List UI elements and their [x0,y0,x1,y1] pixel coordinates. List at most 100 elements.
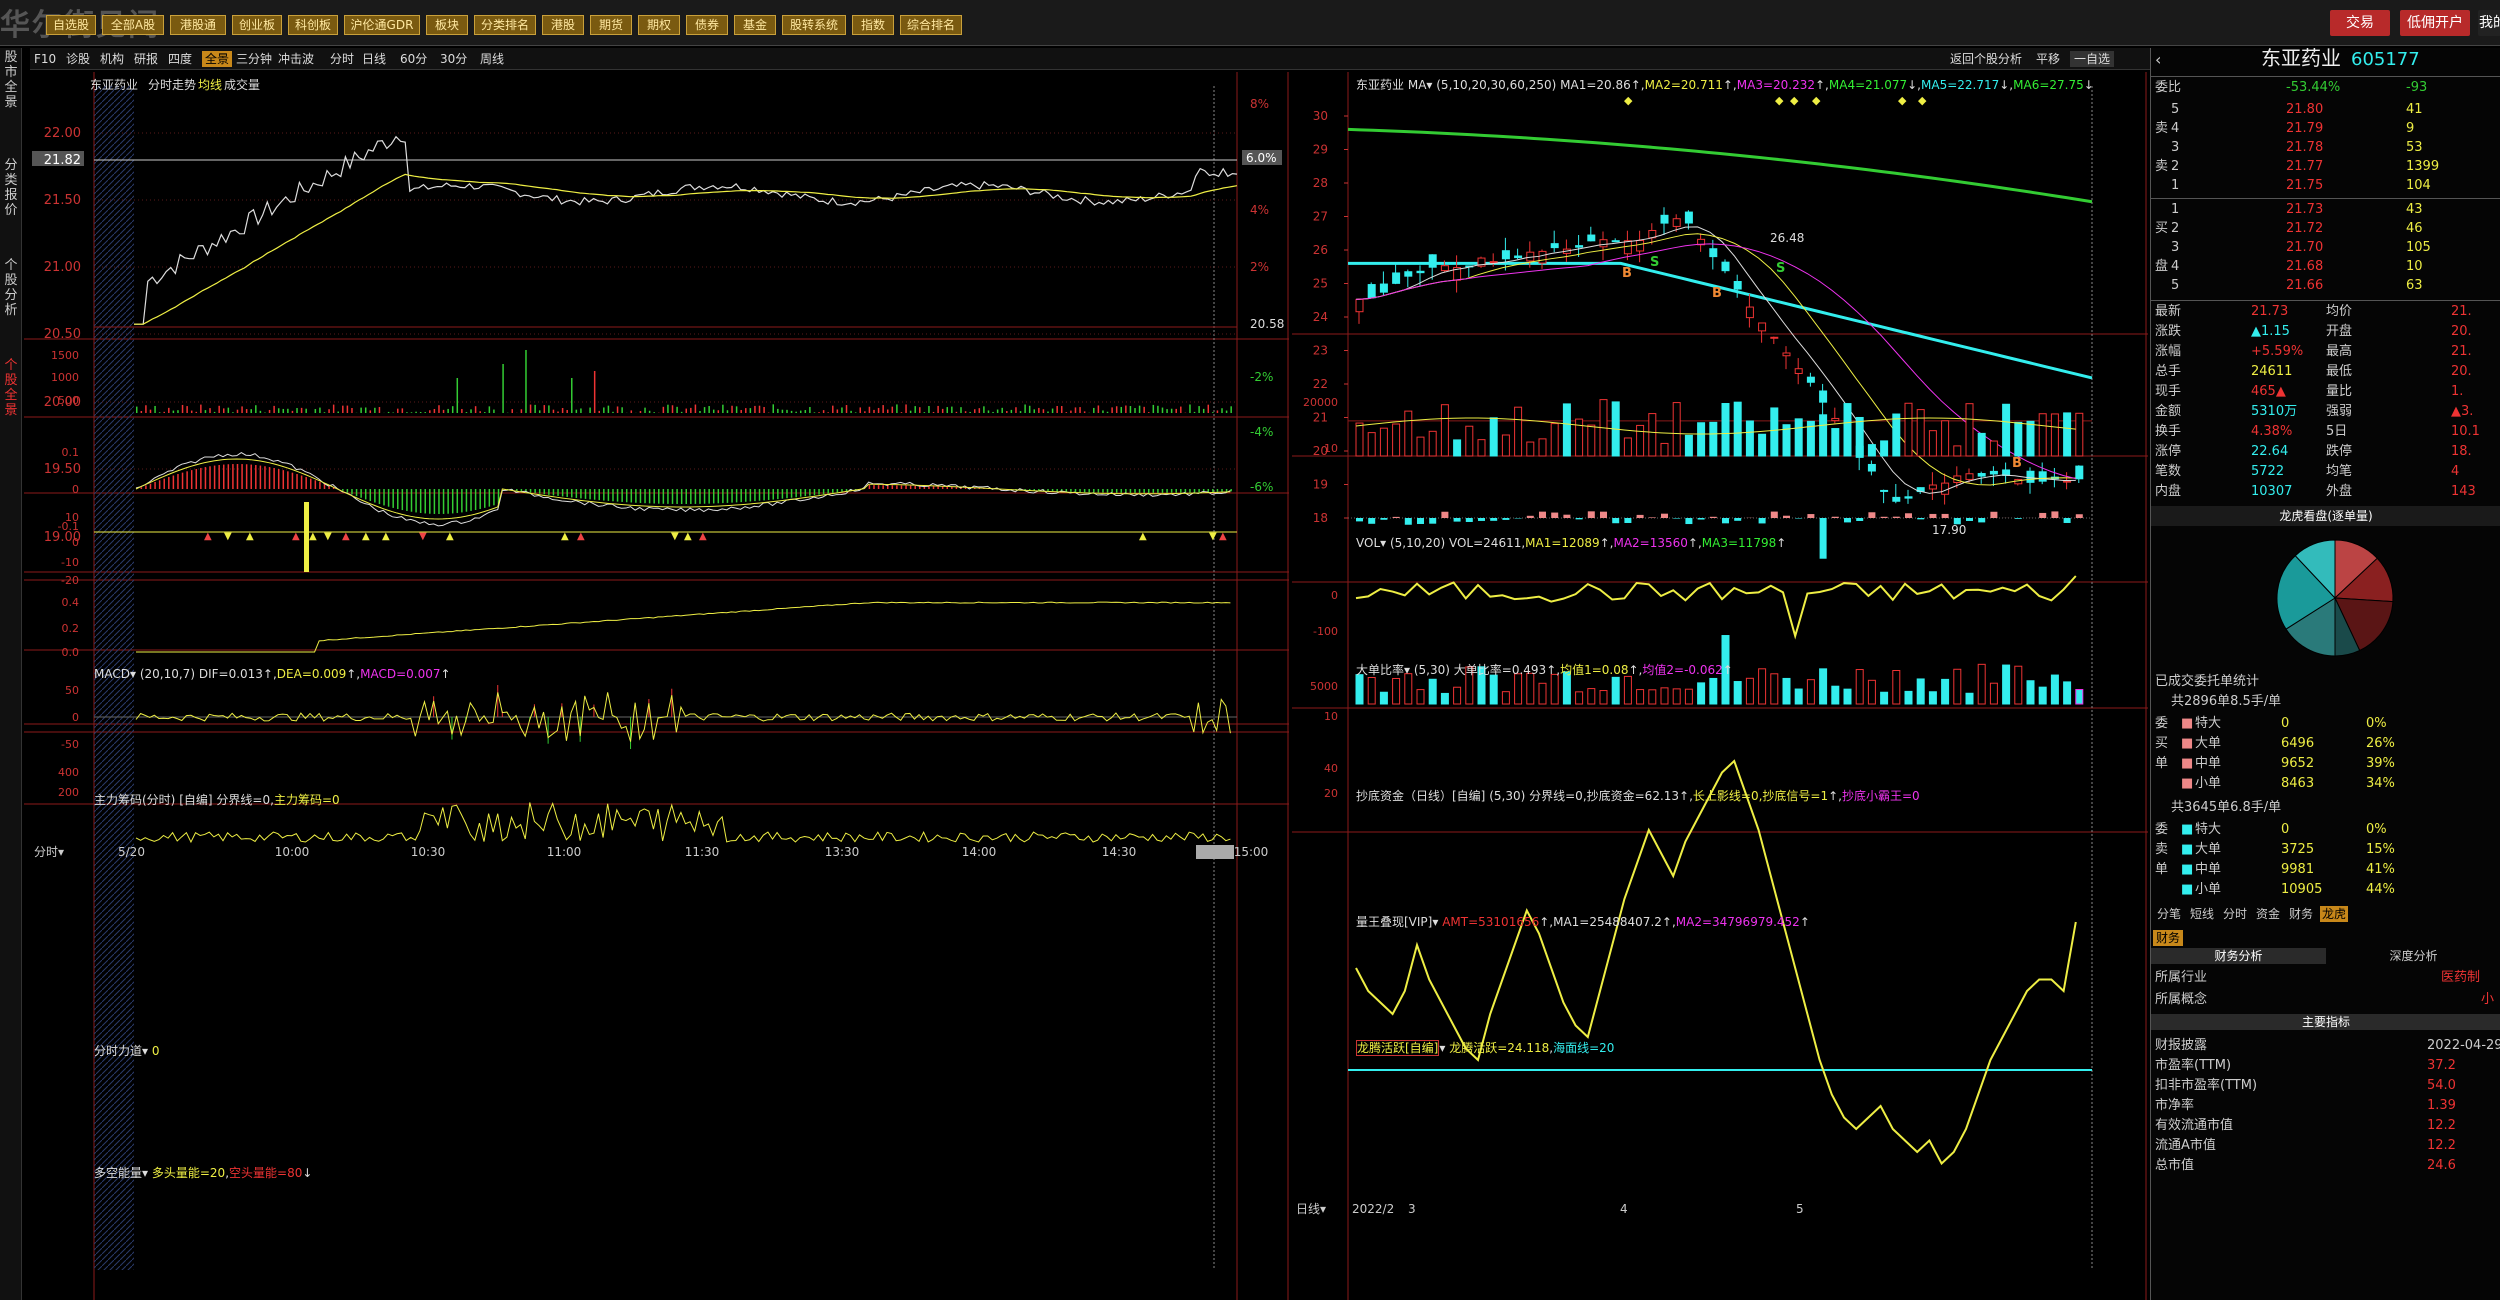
subtab-12[interactable]: 周线 [480,51,504,67]
toolbar-button-4[interactable]: 科创板 [288,15,338,35]
trade-button[interactable]: 交易 [2330,10,2390,36]
pct-tick-5: -2% [1250,370,1273,384]
bottom-tab-4[interactable]: 财务 [2287,906,2315,922]
zlcm-title: 主力筹码(分时) [自编] 分界线=0,主力筹码=0 [94,793,340,807]
quote-cell: 1 [2171,202,2180,217]
subtab-3[interactable]: 研报 [134,51,158,67]
quote-cell: 105 [2406,240,2431,255]
lt-title: 龙腾活跃[自编]▾ 龙腾活跃=24.118,海面线=20 [1356,1040,1615,1056]
toolbar-button-14[interactable]: 指数 [852,15,894,35]
toolbar-button-11[interactable]: 债券 [686,15,728,35]
finance-analysis-tab[interactable]: 财务分析 [2151,948,2326,964]
toolbar-button-12[interactable]: 基金 [734,15,776,35]
svg-text:-100: -100 [1313,625,1338,638]
quote-cell: 21.78 [2286,140,2324,155]
back-to-analysis-link[interactable]: 返回个股分析 [1950,51,2022,67]
subtab-5[interactable]: 全景 [202,51,233,67]
quote-cell: 涨跌 [2155,324,2182,339]
subtab-8[interactable]: 分时 [330,51,354,67]
quote-cell: 10307 [2251,484,2293,499]
quote-cell: 涨停 [2155,444,2182,459]
svg-text:0.2: 0.2 [62,622,80,635]
toolbar-button-13[interactable]: 股转系统 [782,15,846,35]
bottom-tab-0[interactable]: 分笔 [2155,906,2183,922]
svg-text:50: 50 [65,684,79,697]
daily-axis-6: 24 [1313,310,1328,324]
quote-cell: 10 [2406,259,2423,274]
svg-text:▲: ▲ [561,531,569,542]
quote-cell: 18. [2451,444,2472,459]
toolbar-button-9[interactable]: 期货 [590,15,632,35]
quote-cell: 5日 [2326,424,2348,439]
toolbar-button-1[interactable]: 全部A股 [102,15,164,35]
svg-text:▲: ▲ [1139,531,1147,542]
svg-text:1000: 1000 [51,371,79,384]
subtab-11[interactable]: 30分 [440,51,467,67]
finance-tab[interactable]: 财务 [2153,930,2184,946]
subtab-9[interactable]: 日线 [362,51,386,67]
watchlist-dropdown[interactable]: 一自选 [2070,51,2115,67]
subtab-2[interactable]: 机构 [100,51,124,67]
daily-chart-panel[interactable]: 3029282726252423222120191826.4817.90BSBS… [1292,72,2148,1300]
svg-text:日线▾: 日线▾ [1296,1202,1326,1216]
quote-cell: 104 [2406,178,2431,193]
quote-cell: 流通A市值 [2155,1138,2216,1153]
subtab-7[interactable]: 冲击波 [278,51,314,67]
tab-stock-analysis[interactable]: 个股分析 [3,258,19,318]
daily-title: 东亚药业 MA▾ (5,10,20,30,60,250) MA1=20.86↑,… [1356,78,2094,92]
toolbar-button-7[interactable]: 分类排名 [474,15,536,35]
tab-market-overview[interactable]: 股市全景 [3,50,19,110]
toolbar-button-3[interactable]: 创业板 [232,15,282,35]
subtab-4[interactable]: 四度 [168,51,192,67]
quote-cell: 财报披露 [2155,1038,2208,1053]
bottom-tab-5[interactable]: 龙虎 [2320,906,2349,922]
svg-text:200: 200 [58,786,79,799]
quote-cell: 委 [2155,716,2169,731]
daily-axis-3: 27 [1313,210,1328,224]
tab-category-quote[interactable]: 分类报价 [3,158,19,218]
daily-axis-9: 21 [1313,411,1328,425]
subtab-10[interactable]: 60分 [400,51,427,67]
time-tick-6: 14:00 [962,845,997,859]
quote-cell: ■ [2181,842,2194,857]
toolbar-button-8[interactable]: 港股 [542,15,584,35]
top-toolbar: 华尔街见闻 自选股全部A股港股通创业板科创板沪伦通GDR板块分类排名港股期货期权… [0,0,2500,46]
toolbar-button-6[interactable]: 板块 [426,15,468,35]
pan-button[interactable]: 平移 [2036,51,2060,67]
toolbar-button-0[interactable]: 自选股 [46,15,96,35]
my-button[interactable]: 我的 [2478,10,2500,36]
daily-axis-5: 25 [1313,277,1328,291]
back-arrow-icon[interactable]: ‹ [2155,52,2161,68]
subtab-0[interactable]: F10 [34,51,56,67]
pct-tick-0: 8% [1250,97,1269,111]
quote-cell: 已成交委托单统计 [2155,674,2260,689]
subtab-1[interactable]: 诊股 [66,51,90,67]
toolbar-button-2[interactable]: 港股通 [170,15,226,35]
open-account-button[interactable]: 低佣开户 [2400,10,2470,36]
quote-cell: 34% [2366,776,2395,791]
quote-cell: 外盘 [2326,484,2353,499]
svg-text:B: B [2012,456,2022,471]
toolbar-button-15[interactable]: 综合排名 [900,15,962,35]
quote-cell: 所属概念 [2155,992,2208,1007]
intraday-chart-panel[interactable]: 22.0021.8221.5021.0020.5020.0019.5019.00… [24,72,1289,1300]
subtab-6[interactable]: 三分钟 [236,51,272,67]
quote-cell: 63 [2406,278,2423,293]
svg-text:▼: ▼ [671,531,679,542]
bottom-tab-1[interactable]: 短线 [2188,906,2216,922]
deep-analysis-tab[interactable]: 深度分析 [2326,948,2500,964]
bottom-tab-3[interactable]: 资金 [2254,906,2282,922]
bottom-tab-2[interactable]: 分时 [2221,906,2249,922]
quote-cell: 0% [2366,716,2387,731]
divider [2151,300,2500,301]
quote-cell: 开盘 [2326,324,2353,339]
toolbar-button-5[interactable]: 沪伦通GDR [344,15,420,35]
daily-axis-1: 29 [1313,143,1328,157]
tab-stock-overview[interactable]: 个股全景 [3,358,19,418]
svg-text:10: 10 [1324,710,1338,723]
quote-cell: 盘 [2155,259,2169,274]
volume-label: 成交量 [224,78,261,92]
stock-name: 东亚药业 [2261,46,2341,70]
quote-cell: 21.73 [2286,202,2324,217]
toolbar-button-10[interactable]: 期权 [638,15,680,35]
